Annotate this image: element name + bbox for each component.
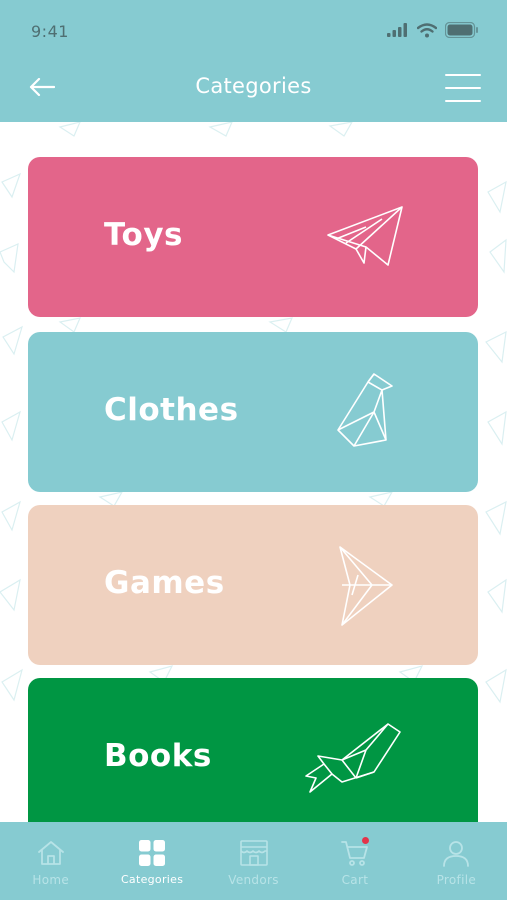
- menu-line: [445, 100, 481, 102]
- category-label: Books: [104, 738, 212, 774]
- tab-label: Categories: [120, 873, 184, 886]
- bottom-tab-bar: Home Categories Vendors Cart Profile: [0, 822, 507, 900]
- origami-whale-icon: [305, 723, 401, 793]
- cart-badge: [361, 837, 369, 844]
- user-icon: [441, 838, 471, 868]
- category-card-clothes[interactable]: Clothes: [28, 332, 478, 492]
- categories-list[interactable]: Toys Clothes Games Books: [0, 122, 507, 822]
- category-card-games[interactable]: Games: [28, 505, 478, 665]
- battery-icon: [445, 22, 478, 38]
- grid-icon: [137, 838, 167, 868]
- category-card-books[interactable]: Books: [28, 678, 478, 822]
- menu-line: [445, 74, 481, 76]
- category-card-toys[interactable]: Toys: [28, 157, 478, 317]
- app-header: 9:41 Categories: [0, 0, 507, 122]
- origami-penguin-icon: [337, 373, 393, 447]
- signal-icon: [387, 23, 407, 37]
- tab-label: Cart: [341, 873, 369, 887]
- tab-label: Vendors: [228, 873, 279, 887]
- tab-vendors[interactable]: Vendors: [203, 822, 304, 900]
- nav-bar: Categories: [0, 62, 507, 114]
- wifi-icon: [417, 22, 437, 37]
- category-label: Clothes: [104, 392, 239, 428]
- status-time: 9:41: [31, 22, 69, 41]
- category-label: Toys: [104, 217, 183, 253]
- status-bar: 9:41: [0, 0, 507, 62]
- cart-icon: [340, 837, 370, 868]
- tab-label: Home: [32, 873, 70, 887]
- menu-button[interactable]: [445, 74, 481, 102]
- page-title: Categories: [195, 74, 312, 98]
- tab-cart[interactable]: Cart: [304, 822, 405, 900]
- menu-line: [445, 87, 481, 89]
- status-icons: [387, 22, 479, 38]
- tab-home[interactable]: Home: [0, 822, 101, 900]
- home-icon: [36, 838, 66, 868]
- origami-fish-icon: [339, 546, 393, 626]
- storefront-icon: [239, 838, 269, 868]
- tab-label: Profile: [436, 873, 477, 887]
- tab-profile[interactable]: Profile: [406, 822, 507, 900]
- category-label: Games: [104, 565, 225, 601]
- tab-categories[interactable]: Categories: [101, 822, 202, 900]
- paper-plane-icon: [327, 206, 403, 266]
